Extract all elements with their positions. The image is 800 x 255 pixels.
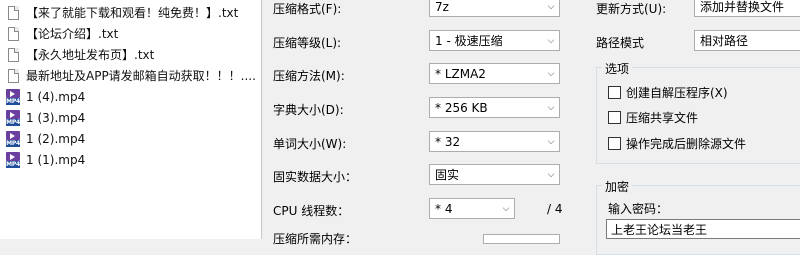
dictionary-select[interactable]: * 256 KB ⌵ (429, 97, 560, 118)
word-size-label: 单词大小(W): (273, 137, 347, 151)
chevron-down-icon: ⌵ (547, 35, 555, 46)
text-file-icon (6, 47, 20, 63)
dictionary-label: 字典大小(D): (273, 103, 344, 117)
file-item[interactable]: 最新地址及APP请发邮箱自动获取！！！.... (0, 65, 261, 86)
solid-block-label: 固实数据大小： (273, 170, 358, 184)
cpu-threads-total: / 4 (547, 202, 563, 216)
mp4-badge: MP4 (6, 139, 20, 147)
path-mode-label: 路径模式 (596, 36, 645, 50)
mp4-badge: MP4 (6, 97, 20, 105)
file-item[interactable]: MP4 1 (1).mp4 (0, 149, 261, 170)
method-select[interactable]: * LZMA2 ⌵ (429, 63, 560, 84)
cpu-threads-label: CPU 线程数： (273, 204, 350, 218)
delete-source-checkbox-label: 操作完成后删除源文件 (626, 137, 747, 151)
file-name: 【论坛介绍】.txt (26, 27, 119, 41)
file-name: 1 (2).mp4 (26, 131, 86, 146)
word-size-value: * 32 (435, 134, 461, 149)
options-group-title: 选项 (602, 60, 633, 77)
delete-source-checkbox[interactable] (608, 137, 621, 150)
method-label: 压缩方法(M): (273, 69, 345, 83)
format-label: 压缩格式(F): (273, 2, 342, 16)
cpu-threads-select[interactable]: * 4 ⌵ (429, 198, 515, 219)
file-item[interactable]: MP4 1 (3).mp4 (0, 107, 261, 128)
chevron-down-icon: ⌵ (547, 169, 555, 180)
file-name: 【来了就能下载和观看！纯免费！】.txt (26, 6, 239, 20)
password-value: 上老王论坛当老王 (611, 222, 708, 237)
chevron-down-icon: ⌵ (547, 102, 555, 113)
file-item[interactable]: 【来了就能下载和观看！纯免费！】.txt (0, 2, 261, 23)
shared-files-checkbox[interactable] (608, 111, 621, 124)
sfx-checkbox-row[interactable]: 创建自解压程序(X) (608, 84, 728, 101)
file-name: 最新地址及APP请发邮箱自动获取！！！.... (26, 69, 256, 83)
format-value: 7z (435, 0, 449, 14)
word-size-select[interactable]: * 32 ⌵ (429, 131, 560, 152)
file-item[interactable]: 【永久地址发布页】.txt (0, 44, 261, 65)
update-mode-label: 更新方式(U): (596, 2, 667, 16)
file-name: 【永久地址发布页】.txt (26, 48, 155, 62)
file-name: 1 (3).mp4 (26, 110, 86, 125)
file-item[interactable]: 【论坛介绍】.txt (0, 23, 261, 44)
path-mode-value: 相对路径 (700, 34, 749, 48)
update-mode-value: 添加并替换文件 (700, 0, 785, 14)
level-label: 压缩等级(L): (273, 36, 342, 50)
memory-usage-label: 压缩所需内存： (273, 232, 358, 246)
delete-source-checkbox-row[interactable]: 操作完成后删除源文件 (608, 135, 746, 152)
format-select[interactable]: 7z ⌵ (429, 0, 560, 17)
dictionary-value: * 256 KB (435, 100, 488, 115)
file-item[interactable]: MP4 1 (4).mp4 (0, 86, 261, 107)
method-value: * LZMA2 (435, 66, 486, 81)
mp4-badge: MP4 (6, 118, 20, 126)
shared-files-checkbox-row[interactable]: 压缩共享文件 (608, 109, 698, 126)
mp4-file-icon: MP4 (6, 130, 20, 147)
file-list[interactable]: 【来了就能下载和观看！纯免费！】.txt 【论坛介绍】.txt 【永久地址发布页… (0, 0, 262, 239)
sfx-checkbox[interactable] (608, 86, 621, 99)
chevron-down-icon: ⌵ (547, 68, 555, 79)
level-select[interactable]: 1 - 极速压缩 ⌵ (429, 30, 560, 51)
mp4-file-icon: MP4 (6, 109, 20, 126)
chevron-down-icon: ⌵ (502, 203, 510, 214)
password-label: 输入密码： (608, 202, 669, 216)
path-mode-select[interactable]: 相对路径 (694, 30, 800, 51)
text-file-icon (6, 5, 20, 21)
cpu-threads-value: * 4 (435, 201, 453, 216)
password-input[interactable]: 上老王论坛当老王 (606, 219, 800, 239)
file-item[interactable]: MP4 1 (2).mp4 (0, 128, 261, 149)
update-mode-select[interactable]: 添加并替换文件 (694, 0, 800, 17)
mp4-file-icon: MP4 (6, 151, 20, 168)
chevron-down-icon: ⌵ (547, 1, 555, 12)
file-name: 1 (4).mp4 (26, 89, 86, 104)
memory-usage-field (483, 234, 560, 244)
mp4-file-icon: MP4 (6, 88, 20, 105)
text-file-icon (6, 68, 20, 84)
chevron-down-icon: ⌵ (547, 136, 555, 147)
solid-block-select[interactable]: 固实 ⌵ (429, 164, 560, 185)
mp4-badge: MP4 (6, 160, 20, 168)
file-name: 1 (1).mp4 (26, 152, 86, 167)
solid-block-value: 固实 (435, 168, 460, 182)
sfx-checkbox-label: 创建自解压程序(X) (626, 86, 728, 100)
level-value: 1 - 极速压缩 (435, 34, 503, 48)
shared-files-checkbox-label: 压缩共享文件 (626, 111, 699, 125)
encryption-group-title: 加密 (602, 178, 633, 195)
text-file-icon (6, 26, 20, 42)
